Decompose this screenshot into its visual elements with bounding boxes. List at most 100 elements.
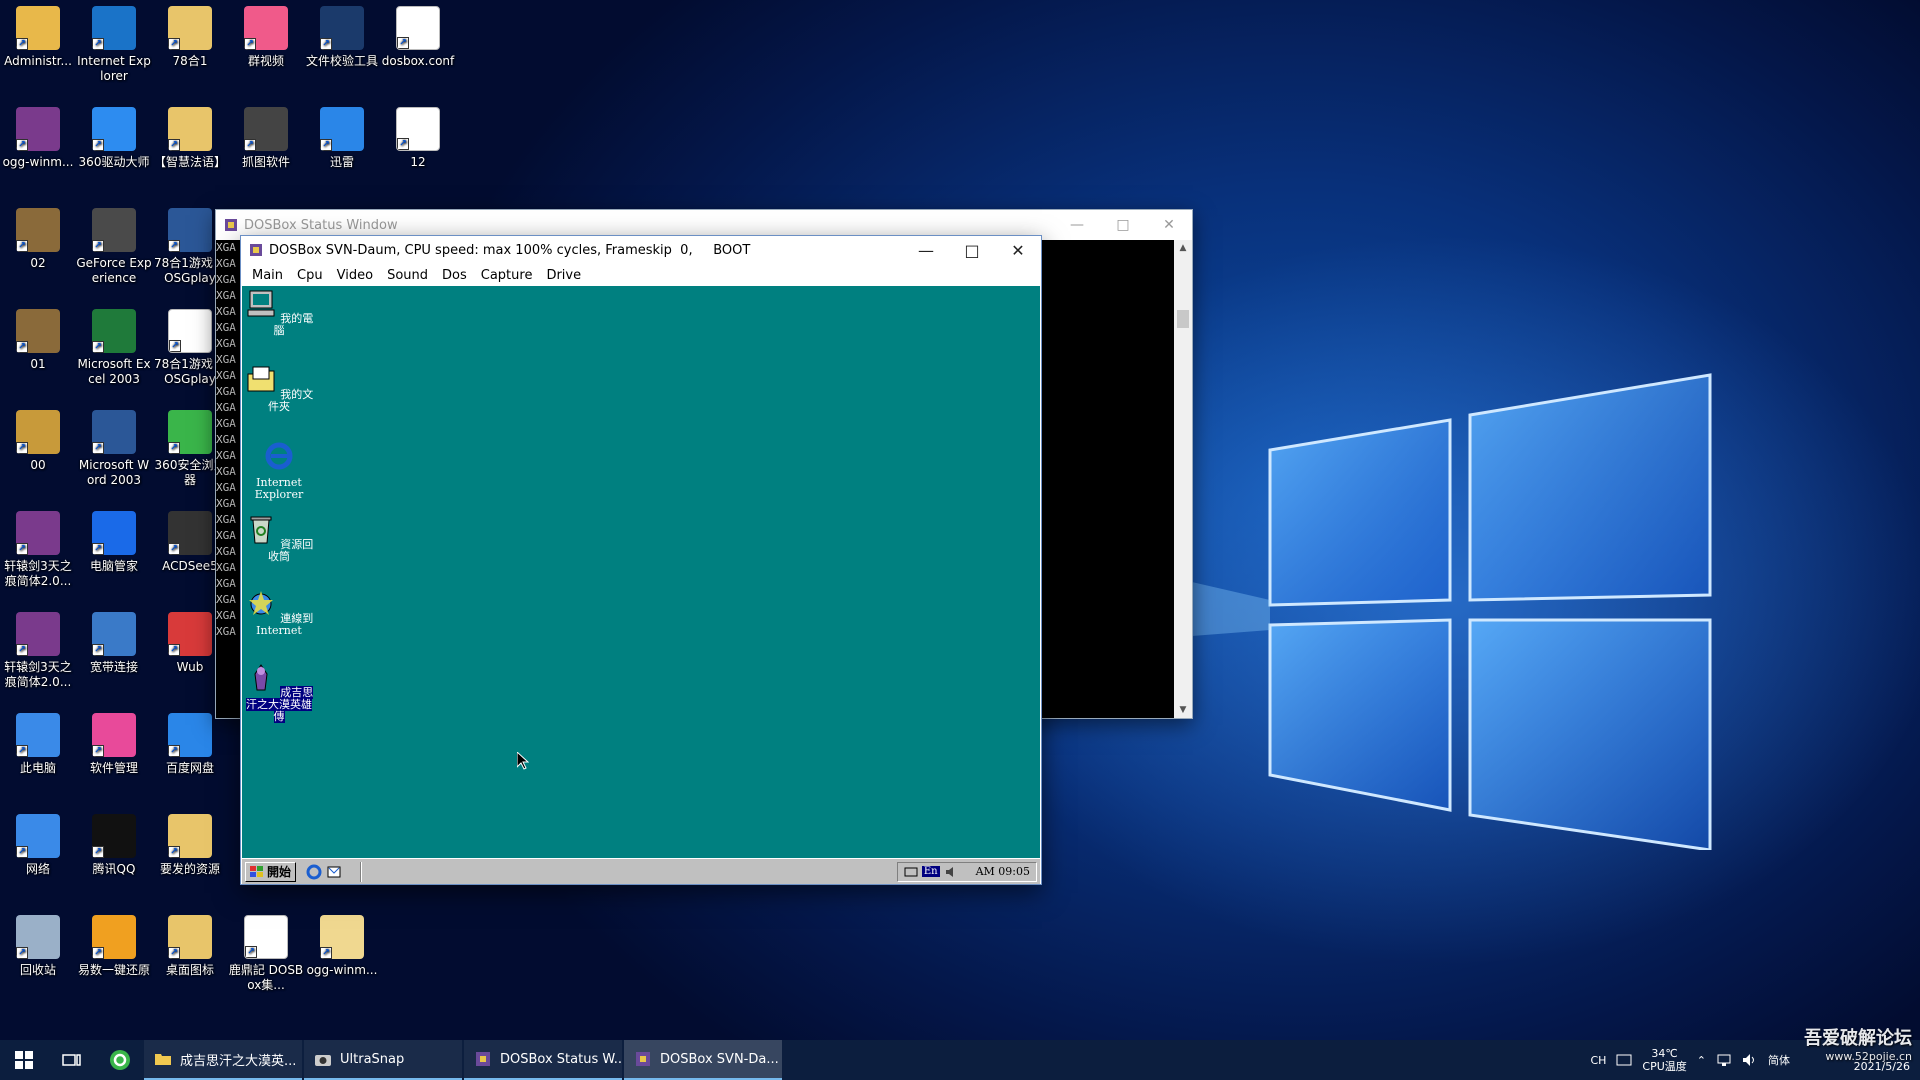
- taskbar-window-buttons: 成吉思汗之大漠英... UltraSnap DOSBox Status W...…: [144, 1040, 784, 1080]
- menu-sound[interactable]: Sound: [380, 268, 435, 283]
- console-line: XGA: [216, 273, 236, 286]
- keyboard-icon[interactable]: [904, 865, 918, 879]
- desktop-icon[interactable]: ↗ 抓图软件: [228, 101, 304, 170]
- desktop-icon[interactable]: ↗ 电脑管家: [76, 505, 152, 574]
- desktop-icon[interactable]: ↗ 01: [0, 303, 76, 372]
- scroll-up-arrow-icon[interactable]: ▲: [1174, 240, 1192, 256]
- shortcut-arrow-icon: ↗: [168, 442, 180, 454]
- pinned-360-browser[interactable]: [96, 1040, 144, 1080]
- desktop-icon[interactable]: ↗ ogg-winm...: [0, 101, 76, 170]
- w95-start-button[interactable]: 開始: [245, 861, 297, 882]
- taskbar-button-dosbox-main[interactable]: DOSBox SVN-Da...: [624, 1040, 782, 1080]
- desktop-icon[interactable]: ↗ 要发的资源: [152, 808, 228, 877]
- close-button[interactable]: ✕: [995, 235, 1041, 265]
- dosbox-titlebar[interactable]: DOSBox SVN-Daum, CPU speed: max 100% cyc…: [241, 236, 1041, 264]
- desktop-icon[interactable]: ↗ Microsoft Excel 2003: [76, 303, 152, 387]
- desktop-icon[interactable]: ↗ 360驱动大师: [76, 101, 152, 170]
- scrollbar-thumb[interactable]: [1177, 310, 1189, 328]
- desktop-icon-label: 电脑管家: [89, 559, 138, 573]
- hash-tool-icon: ↗: [320, 6, 364, 50]
- dosbox-main-window[interactable]: DOSBox SVN-Daum, CPU speed: max 100% cyc…: [240, 235, 1042, 885]
- desktop-icon[interactable]: ↗ 78合1: [152, 0, 228, 69]
- menu-main[interactable]: Main: [245, 268, 290, 283]
- internet-explorer-icon[interactable]: [306, 864, 322, 880]
- emulated-win95-desktop[interactable]: 我的電腦 我的文件夾 Internet Explorer 資源回收筒 連線到 I…: [242, 286, 1040, 858]
- word-doc-icon: ↗: [168, 208, 212, 252]
- desktop-icon[interactable]: ↗ 12: [380, 101, 456, 170]
- maximize-button[interactable]: □: [949, 235, 995, 265]
- cpu-temperature[interactable]: 34℃ CPU温度: [1642, 1047, 1686, 1073]
- status-scrollbar[interactable]: ▲ ▼: [1174, 240, 1192, 718]
- taskbar-button-ultrasnap[interactable]: UltraSnap: [304, 1040, 462, 1080]
- start-button[interactable]: [0, 1040, 48, 1080]
- volume-icon[interactable]: [1742, 1053, 1758, 1067]
- desktop-icon[interactable]: ↗ 轩辕剑3天之痕简体2.0...: [0, 606, 76, 690]
- desktop-icon[interactable]: ↗ 【智慧法语】: [152, 101, 228, 170]
- desktop-icon[interactable]: ↗ 回收站: [0, 909, 76, 978]
- w95-icon-connect-internet[interactable]: 連線到 Internet: [244, 588, 314, 637]
- minimize-button[interactable]: —: [903, 235, 949, 265]
- desktop-icon[interactable]: ↗ 易数一键还原: [76, 909, 152, 978]
- shortcut-arrow-icon: ↗: [16, 38, 28, 50]
- w95-icon-internet-explorer[interactable]: Internet Explorer: [244, 440, 314, 501]
- menu-cpu[interactable]: Cpu: [290, 268, 330, 283]
- desktop-icon[interactable]: ↗ GeForce Experience: [76, 202, 152, 286]
- console-line: XGA: [216, 257, 236, 270]
- desktop-icon-label: 00: [30, 458, 46, 472]
- task-view-button[interactable]: [48, 1040, 96, 1080]
- desktop-icon[interactable]: ↗ 网络: [0, 808, 76, 877]
- winrar-icon: ↗: [16, 612, 60, 656]
- menu-video[interactable]: Video: [330, 268, 380, 283]
- console-line: XGA: [216, 337, 236, 350]
- desktop-icon[interactable]: ↗ dosbox.conf: [380, 0, 456, 69]
- desktop-icon[interactable]: ↗ 轩辕剑3天之痕简体2.0...: [0, 505, 76, 589]
- desktop-icon[interactable]: ↗ 宽带连接: [76, 606, 152, 675]
- taskbar-button-explorer[interactable]: 成吉思汗之大漠英...: [144, 1040, 302, 1080]
- desktop-icon[interactable]: ↗ 鹿鼎記 DOSBox集...: [228, 909, 304, 993]
- desktop-icon[interactable]: ↗ 迅雷: [304, 101, 380, 170]
- minimize-button[interactable]: —: [1054, 210, 1100, 240]
- desktop-icon[interactable]: ↗ ogg-winm...: [304, 909, 380, 978]
- menu-capture[interactable]: Capture: [474, 268, 540, 283]
- menu-dos[interactable]: Dos: [435, 268, 474, 283]
- close-button[interactable]: ✕: [1146, 210, 1192, 240]
- desktop-icon-label: 群视频: [247, 54, 284, 68]
- desktop-icon[interactable]: ↗ 此电脑: [0, 707, 76, 776]
- network-icon[interactable]: [1716, 1053, 1732, 1067]
- menu-drive[interactable]: Drive: [539, 268, 588, 283]
- desktop-icon[interactable]: ↗ 群视频: [228, 0, 304, 69]
- this-pc-icon: ↗: [16, 713, 60, 757]
- desktop-icon[interactable]: ↗ 腾讯QQ: [76, 808, 152, 877]
- w95-icon-game-shortcut[interactable]: 成吉思汗之大漠英雄傳: [244, 662, 314, 723]
- ime-indicator[interactable]: En: [921, 866, 940, 877]
- desktop-icon[interactable]: ↗ 00: [0, 404, 76, 473]
- desktop-icon[interactable]: ↗ 软件管理: [76, 707, 152, 776]
- w95-icon-my-computer[interactable]: 我的電腦: [244, 288, 314, 337]
- volume-icon[interactable]: [944, 865, 958, 879]
- w95-icon-my-documents[interactable]: 我的文件夾: [244, 364, 314, 413]
- outlook-express-icon[interactable]: [326, 864, 342, 880]
- scroll-down-arrow-icon[interactable]: ▼: [1174, 702, 1192, 718]
- desktop-icon[interactable]: ↗ Administr...: [0, 0, 76, 69]
- desktop-icon-label: Microsoft Excel 2003: [77, 357, 151, 386]
- maximize-button[interactable]: □: [1100, 210, 1146, 240]
- shortcut-arrow-icon: ↗: [168, 139, 180, 151]
- w95-clock[interactable]: AM 09:05: [976, 865, 1030, 878]
- chevron-up-icon[interactable]: ⌃: [1697, 1054, 1706, 1067]
- desktop-icon[interactable]: ↗ 桌面图标: [152, 909, 228, 978]
- keyboard-icon[interactable]: [1616, 1054, 1632, 1066]
- desktop-icon[interactable]: ↗ Internet Explorer: [76, 0, 152, 84]
- console-line: XGA: [216, 529, 236, 542]
- w95-icon-recycle-bin[interactable]: 資源回收筒: [244, 514, 314, 563]
- desktop-icon-label: 网络: [25, 862, 50, 876]
- desktop-icon[interactable]: ↗ 文件校验工具: [304, 0, 380, 69]
- folder-icon: ↗: [168, 814, 212, 858]
- w95-taskbar-separator: [360, 861, 363, 882]
- desktop-icon[interactable]: ↗ Microsoft Word 2003: [76, 404, 152, 488]
- desktop-icon[interactable]: ↗ 02: [0, 202, 76, 271]
- language-indicator[interactable]: CH: [1590, 1054, 1606, 1067]
- taskbar-button-dosbox-status[interactable]: DOSBox Status W...: [464, 1040, 622, 1080]
- ime-mode[interactable]: 简体: [1768, 1052, 1790, 1068]
- camera-icon: ↗: [244, 107, 288, 151]
- shortcut-arrow-icon: ↗: [320, 38, 332, 50]
